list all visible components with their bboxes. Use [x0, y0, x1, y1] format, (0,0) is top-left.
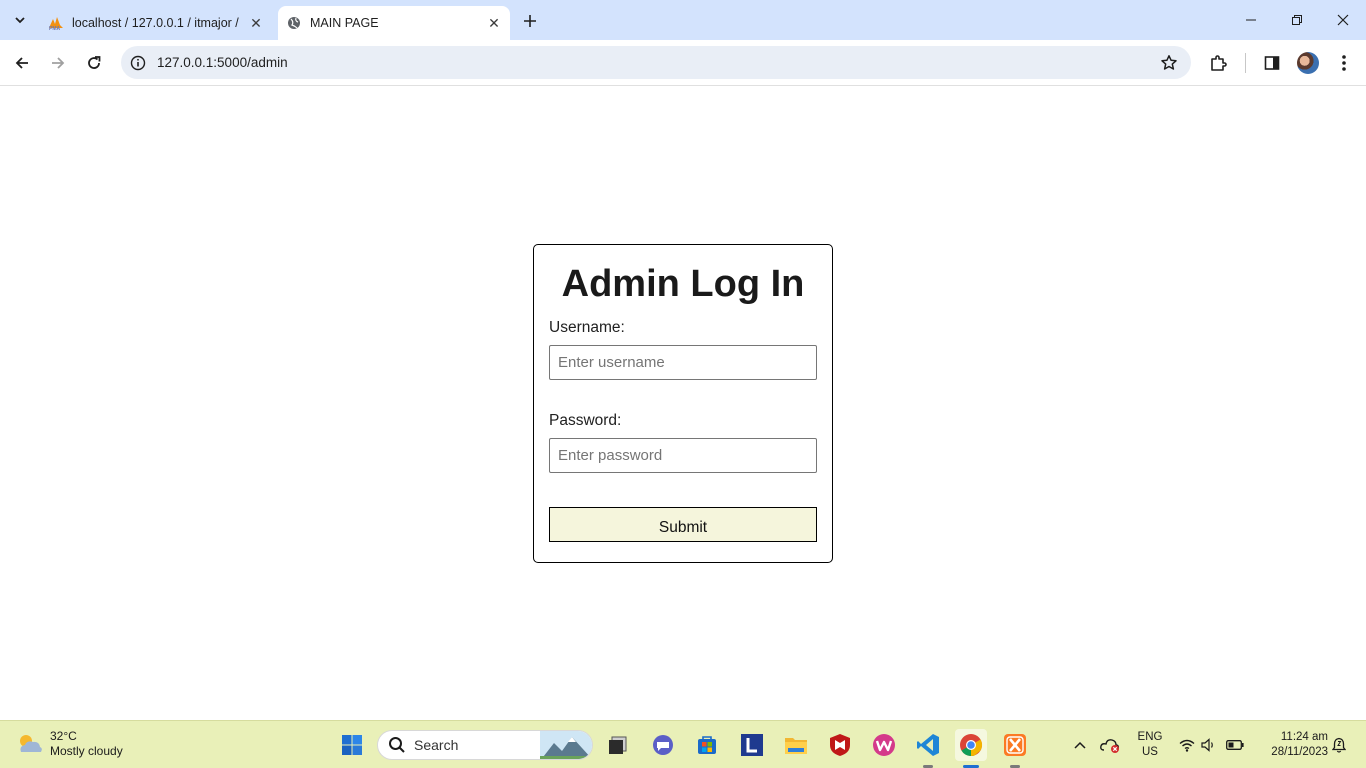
battery-status[interactable]	[1225, 731, 1245, 759]
notifications-button[interactable]	[1330, 731, 1348, 759]
chevron-down-icon	[15, 17, 25, 24]
taskbar-search[interactable]: Search	[377, 730, 593, 760]
close-icon	[1337, 14, 1349, 26]
arrow-right-icon	[52, 57, 65, 69]
puzzle-icon	[1211, 55, 1227, 71]
close-window-button[interactable]	[1320, 0, 1366, 40]
reload-button[interactable]	[80, 49, 108, 77]
taskbar-app-file-explorer-dark[interactable]	[602, 729, 634, 761]
taskbar-app-xampp[interactable]	[999, 729, 1031, 761]
weather-description: Mostly cloudy	[50, 744, 123, 758]
globe-icon	[286, 15, 302, 31]
taskbar-app-mcafee[interactable]	[824, 729, 856, 761]
taskbar-app-wps[interactable]	[868, 729, 900, 761]
more-vert-icon	[1342, 55, 1346, 71]
xampp-icon	[1004, 734, 1026, 756]
mcafee-icon	[830, 734, 850, 756]
taskbar-app-vscode[interactable]	[912, 729, 944, 761]
show-hidden-icons-button[interactable]	[1070, 731, 1090, 759]
tab-title: MAIN PAGE	[310, 16, 379, 30]
system-clock[interactable]: 11:24 am 28/11/2023	[1256, 730, 1328, 760]
restore-icon	[1292, 15, 1302, 25]
search-placeholder: Search	[414, 737, 459, 753]
side-panel-button[interactable]	[1261, 52, 1283, 74]
taskbar-app-folder[interactable]	[780, 729, 812, 761]
taskbar-app-store[interactable]	[691, 729, 723, 761]
close-icon[interactable]: ✕	[248, 15, 264, 31]
notification-bell-icon	[1332, 737, 1346, 753]
browser-toolbar: 127.0.0.1:5000/admin	[0, 40, 1366, 86]
arrow-left-icon	[15, 57, 28, 69]
site-info-icon[interactable]	[129, 54, 147, 72]
page-title: Admin Log In	[561, 263, 805, 305]
tab-title: localhost / 127.0.0.1 / itmajor /	[72, 16, 239, 30]
restore-button[interactable]	[1274, 0, 1320, 40]
chrome-icon	[960, 734, 982, 757]
plus-icon	[524, 15, 536, 27]
bookmark-star-icon[interactable]	[1159, 53, 1179, 73]
browser-menu-button[interactable]	[1333, 52, 1355, 74]
wifi-icon	[1179, 739, 1195, 752]
submit-button[interactable]: Submit	[549, 507, 817, 542]
admin-login-card: Admin Log In Username: Password: Submit	[533, 244, 833, 563]
profile-avatar[interactable]	[1297, 52, 1319, 74]
speaker-icon	[1201, 738, 1213, 752]
cloud-error-icon	[1100, 739, 1119, 753]
teams-chat-icon	[653, 735, 673, 755]
forward-button[interactable]	[44, 49, 72, 77]
taskbar: 32°C Mostly cloudy Search ENG US 11:24 a…	[0, 720, 1366, 768]
clock-time: 11:24 am	[1280, 731, 1328, 743]
search-icon	[389, 737, 405, 753]
extensions-button[interactable]	[1207, 52, 1229, 74]
language-code: ENG	[1137, 731, 1163, 743]
chevron-up-icon	[1074, 741, 1086, 749]
close-icon[interactable]: ✕	[486, 15, 502, 31]
tab-strip: PMA localhost / 127.0.0.1 / itmajor / ✕ …	[0, 0, 1366, 40]
microsoft-store-icon	[698, 736, 716, 754]
clock-date: 28/11/2023	[1271, 746, 1328, 758]
weather-temperature: 32°C	[50, 729, 77, 743]
mountain-illustration-icon	[540, 731, 592, 759]
cloudy-weather-icon	[20, 735, 42, 752]
minimize-button[interactable]	[1228, 0, 1274, 40]
taskbar-app-teams[interactable]	[647, 729, 679, 761]
tab-main-page[interactable]: MAIN PAGE ✕	[278, 6, 510, 40]
password-input[interactable]	[549, 438, 817, 473]
onedrive-status-button[interactable]	[1100, 731, 1122, 759]
taskbar-app-l[interactable]	[736, 729, 768, 761]
vscode-icon	[917, 734, 939, 756]
l-app-icon	[741, 734, 763, 756]
file-explorer-dark-icon	[609, 736, 627, 754]
tab-phpmyadmin[interactable]: PMA localhost / 127.0.0.1 / itmajor / ✕	[40, 6, 272, 40]
input-language-indicator[interactable]: ENG US	[1136, 730, 1164, 760]
taskbar-app-chrome[interactable]	[955, 729, 987, 761]
phpmyadmin-icon: PMA	[48, 15, 64, 31]
new-tab-button[interactable]	[516, 7, 544, 35]
svg-text:PMA: PMA	[49, 26, 61, 30]
url-text[interactable]: 127.0.0.1:5000/admin	[157, 55, 288, 70]
toolbar-divider	[1245, 53, 1246, 73]
address-bar[interactable]: 127.0.0.1:5000/admin	[121, 46, 1191, 79]
side-panel-icon	[1264, 56, 1280, 70]
minimize-icon	[1246, 19, 1256, 21]
password-label: Password:	[549, 412, 622, 429]
username-input[interactable]	[549, 345, 817, 380]
reload-icon	[88, 56, 101, 69]
region-code: US	[1142, 746, 1158, 758]
username-label: Username:	[549, 319, 625, 336]
wifi-status[interactable]	[1178, 731, 1196, 759]
battery-icon	[1226, 740, 1244, 750]
windows-start-icon	[342, 735, 362, 755]
wps-office-icon	[873, 734, 895, 756]
weather-widget[interactable]: 32°C Mostly cloudy	[16, 729, 123, 759]
folder-icon	[785, 738, 807, 754]
start-button[interactable]	[336, 729, 368, 761]
back-button[interactable]	[8, 49, 36, 77]
tab-search-button[interactable]	[8, 8, 32, 32]
volume-status[interactable]	[1200, 731, 1218, 759]
